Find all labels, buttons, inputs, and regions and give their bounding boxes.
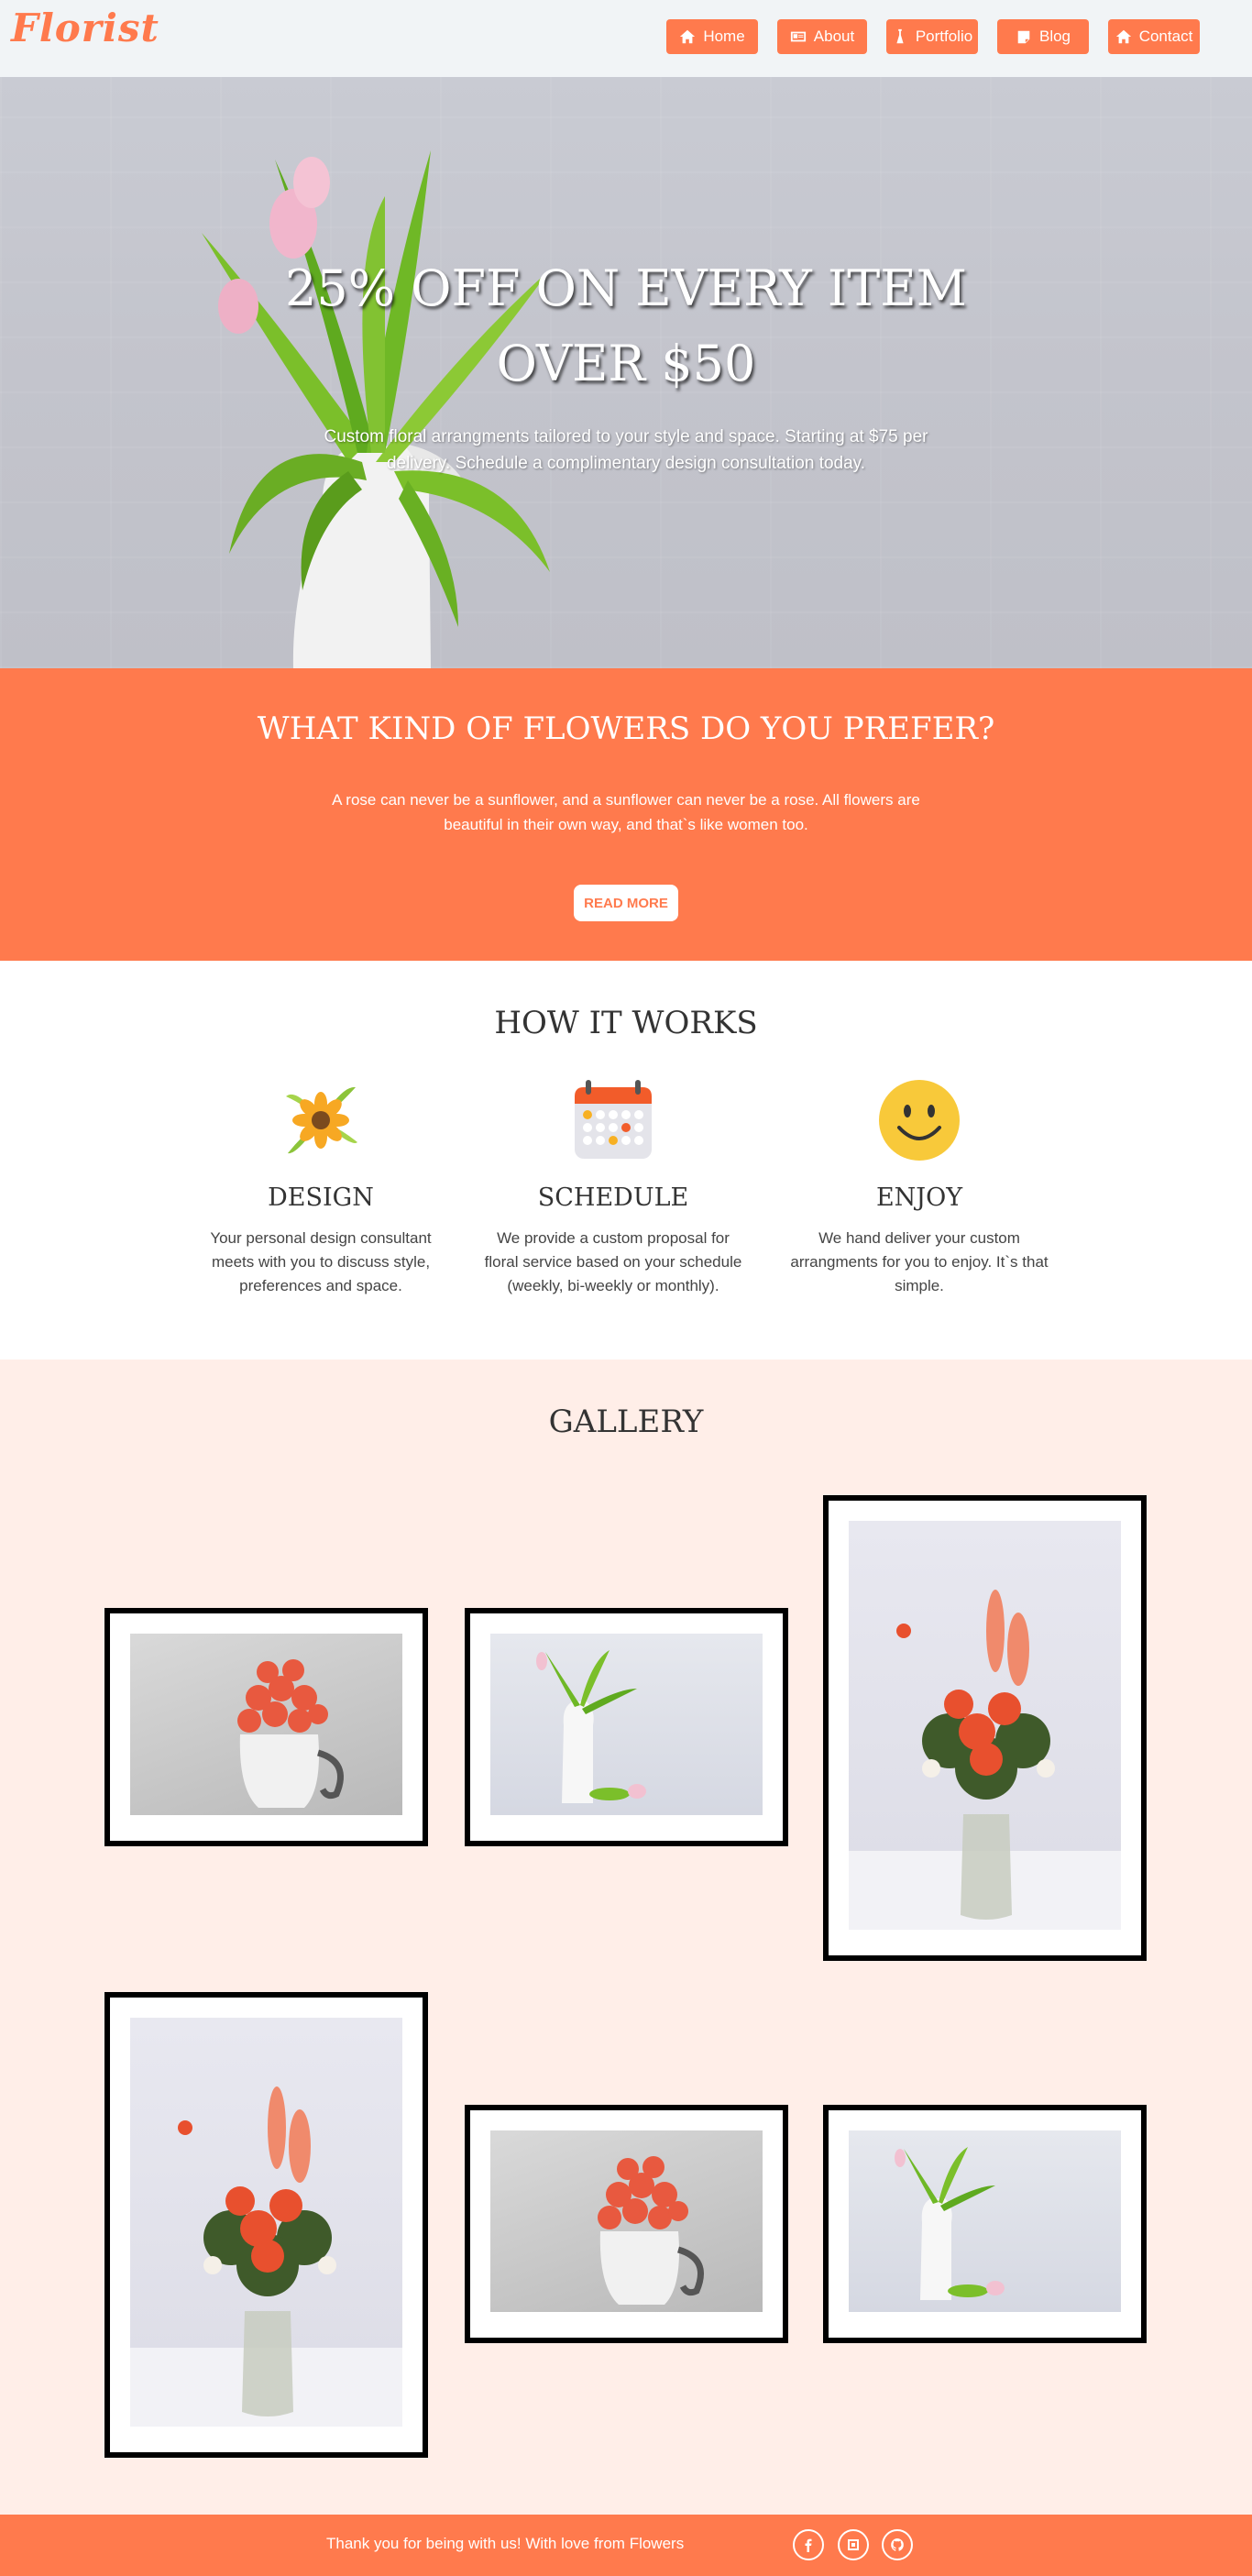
gallery-photo: [849, 1521, 1121, 1930]
tulip-jug-photo: [237, 1659, 344, 1808]
nav-home-button[interactable]: Home: [666, 19, 758, 54]
nav-portfolio-label: Portfolio: [915, 28, 973, 45]
calendar-icon: [575, 1080, 652, 1159]
gallery-item[interactable]: [104, 1608, 428, 1846]
id-card-icon: [790, 31, 806, 42]
nav-about-button[interactable]: About: [777, 19, 867, 54]
tulip-jug-photo: [598, 2156, 704, 2305]
step-design-text: Your personal design consultant meets wi…: [210, 1229, 432, 1294]
gallery-item[interactable]: [465, 2105, 788, 2343]
hero-subtitle: Custom floral arrangments tailored to yo…: [324, 427, 928, 473]
bouquet-photo: [849, 1590, 1121, 1930]
hero-title-line2: OVER $50: [496, 335, 756, 392]
gallery-photo: [130, 1634, 402, 1815]
step-design: DESIGN Your personal design consultant m…: [188, 1078, 454, 1298]
gallery-section: GALLERY: [0, 1360, 1252, 2515]
tulip-vase-photo: [895, 2147, 1005, 2300]
nav-home-label: Home: [703, 28, 745, 45]
step-enjoy: ENJOY We hand deliver your custom arrang…: [786, 1078, 1052, 1298]
step-enjoy-text: We hand deliver your custom arrangments …: [790, 1229, 1049, 1294]
nav-contact-label: Contact: [1138, 28, 1193, 45]
gallery-item[interactable]: [823, 1495, 1147, 1961]
facebook-icon: [805, 2538, 812, 2552]
logo[interactable]: Florist: [11, 6, 159, 50]
footer: Thank you for being with us! With love f…: [0, 2515, 1252, 2576]
bouquet-photo: [130, 2086, 402, 2427]
gallery-photo: [490, 2130, 763, 2312]
gallery-photo: [849, 2130, 1121, 2312]
gallery-item[interactable]: [465, 1608, 788, 1846]
tulip-vase-photo: [536, 1650, 646, 1803]
how-it-works-title: HOW IT WORKS: [494, 1005, 758, 1041]
step-design-title: DESIGN: [268, 1183, 374, 1212]
flask-icon: [896, 28, 904, 44]
nav-contact-button[interactable]: Contact: [1108, 19, 1200, 54]
gallery-photo: [490, 1634, 763, 1815]
facebook-link[interactable]: [793, 2529, 824, 2560]
gallery-photo: [130, 2018, 402, 2427]
github-icon: [891, 2538, 904, 2551]
note-icon: [1017, 30, 1030, 44]
read-more-button[interactable]: READ MORE: [574, 885, 678, 921]
smiley-icon: [879, 1080, 960, 1161]
home-icon: [1115, 29, 1131, 44]
step-schedule: SCHEDULE We provide a custom proposal fo…: [480, 1078, 746, 1298]
nav-portfolio-button[interactable]: Portfolio: [886, 19, 978, 54]
hero-section: 25% OFF ON EVERY ITEM OVER $50 Custom fl…: [0, 77, 1252, 668]
step-schedule-title: SCHEDULE: [537, 1183, 689, 1212]
nav-blog-button[interactable]: Blog: [997, 19, 1089, 54]
hero-title: 25% OFF ON EVERY ITEM OVER $50: [0, 251, 1252, 402]
promo-text: A rose can never be a sunflower, and a s…: [332, 791, 920, 833]
nav-about-label: About: [813, 28, 855, 45]
promo-title: WHAT KIND OF FLOWERS DO YOU PREFER?: [257, 710, 995, 747]
home-icon: [680, 29, 696, 44]
gallery-item[interactable]: [823, 2105, 1147, 2343]
navbar: Florist Home About Portfolio Blog Contac…: [0, 0, 1252, 77]
step-schedule-text: We provide a custom proposal for floral …: [484, 1229, 742, 1294]
footer-text: Thank you for being with us! With love f…: [326, 2535, 685, 2552]
nav-blog-label: Blog: [1038, 28, 1071, 45]
step-enjoy-title: ENJOY: [875, 1183, 963, 1212]
square-icon: [848, 2539, 859, 2550]
flower-icon: [286, 1086, 357, 1154]
github-link[interactable]: [882, 2529, 913, 2560]
square-link[interactable]: [838, 2529, 869, 2560]
how-it-works-section: HOW IT WORKS DESIGN Your personal design…: [0, 961, 1252, 1360]
gallery-title: GALLERY: [548, 1404, 704, 1440]
gallery-item[interactable]: [104, 1992, 428, 2458]
promo-section: WHAT KIND OF FLOWERS DO YOU PREFER? A ro…: [0, 668, 1252, 961]
hero-title-line1: 25% OFF ON EVERY ITEM: [285, 259, 967, 317]
